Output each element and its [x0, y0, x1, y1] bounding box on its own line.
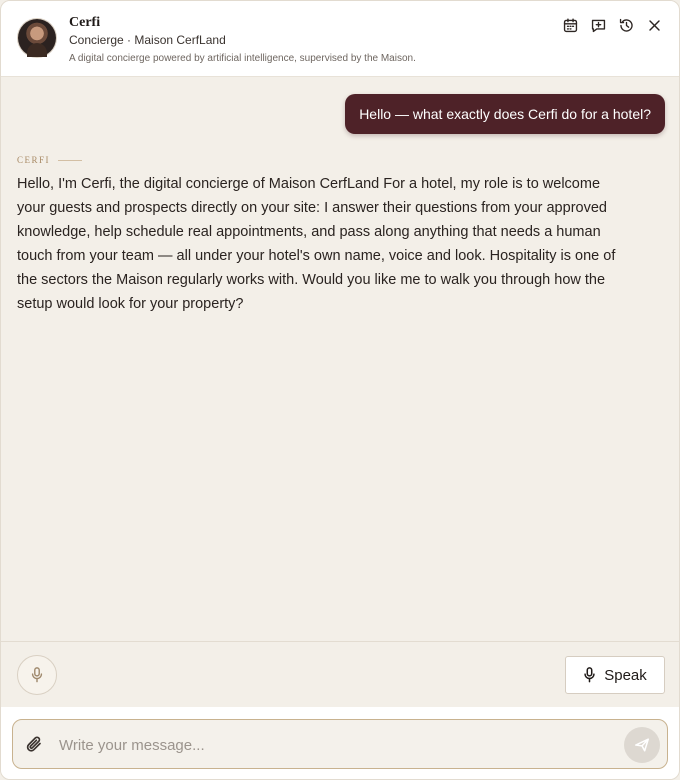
mic-button[interactable]: [17, 655, 57, 695]
bot-label-text: CERFI: [17, 155, 51, 165]
ai-disclaimer: A digital concierge powered by artificia…: [69, 53, 416, 64]
composer-area: [1, 707, 679, 779]
assistant-name: Cerfi: [69, 15, 101, 30]
header-actions: [561, 16, 663, 34]
new-chat-icon[interactable]: [589, 16, 607, 34]
bot-label: CERFI: [17, 155, 83, 165]
bot-message: Hello, I'm Cerfi, the digital concierge …: [17, 176, 616, 312]
voice-controls: Speak: [1, 641, 679, 707]
message-input[interactable]: [59, 732, 599, 758]
conversation-area[interactable]: Hello — what exactly does Cerfi do for a…: [1, 78, 679, 641]
user-message: Hello — what exactly does Cerfi do for a…: [345, 94, 665, 134]
label-divider: [58, 159, 83, 161]
paperclip-icon[interactable]: [25, 734, 45, 754]
speak-label: Speak: [604, 666, 647, 684]
close-icon[interactable]: [645, 16, 663, 34]
message-composer: [12, 719, 668, 769]
calendar-icon[interactable]: [561, 16, 579, 34]
avatar: [18, 19, 56, 57]
history-icon[interactable]: [617, 16, 635, 34]
chat-widget: Cerfi Concierge · Maison CerfLand A digi…: [0, 0, 680, 780]
speak-button[interactable]: Speak: [565, 656, 665, 694]
send-button[interactable]: [624, 727, 660, 763]
chat-header: Cerfi Concierge · Maison CerfLand A digi…: [1, 1, 679, 77]
assistant-subtitle: Concierge · Maison CerfLand: [69, 33, 226, 47]
mic-icon: [584, 667, 595, 683]
mic-icon: [31, 667, 43, 683]
send-icon: [635, 738, 649, 752]
